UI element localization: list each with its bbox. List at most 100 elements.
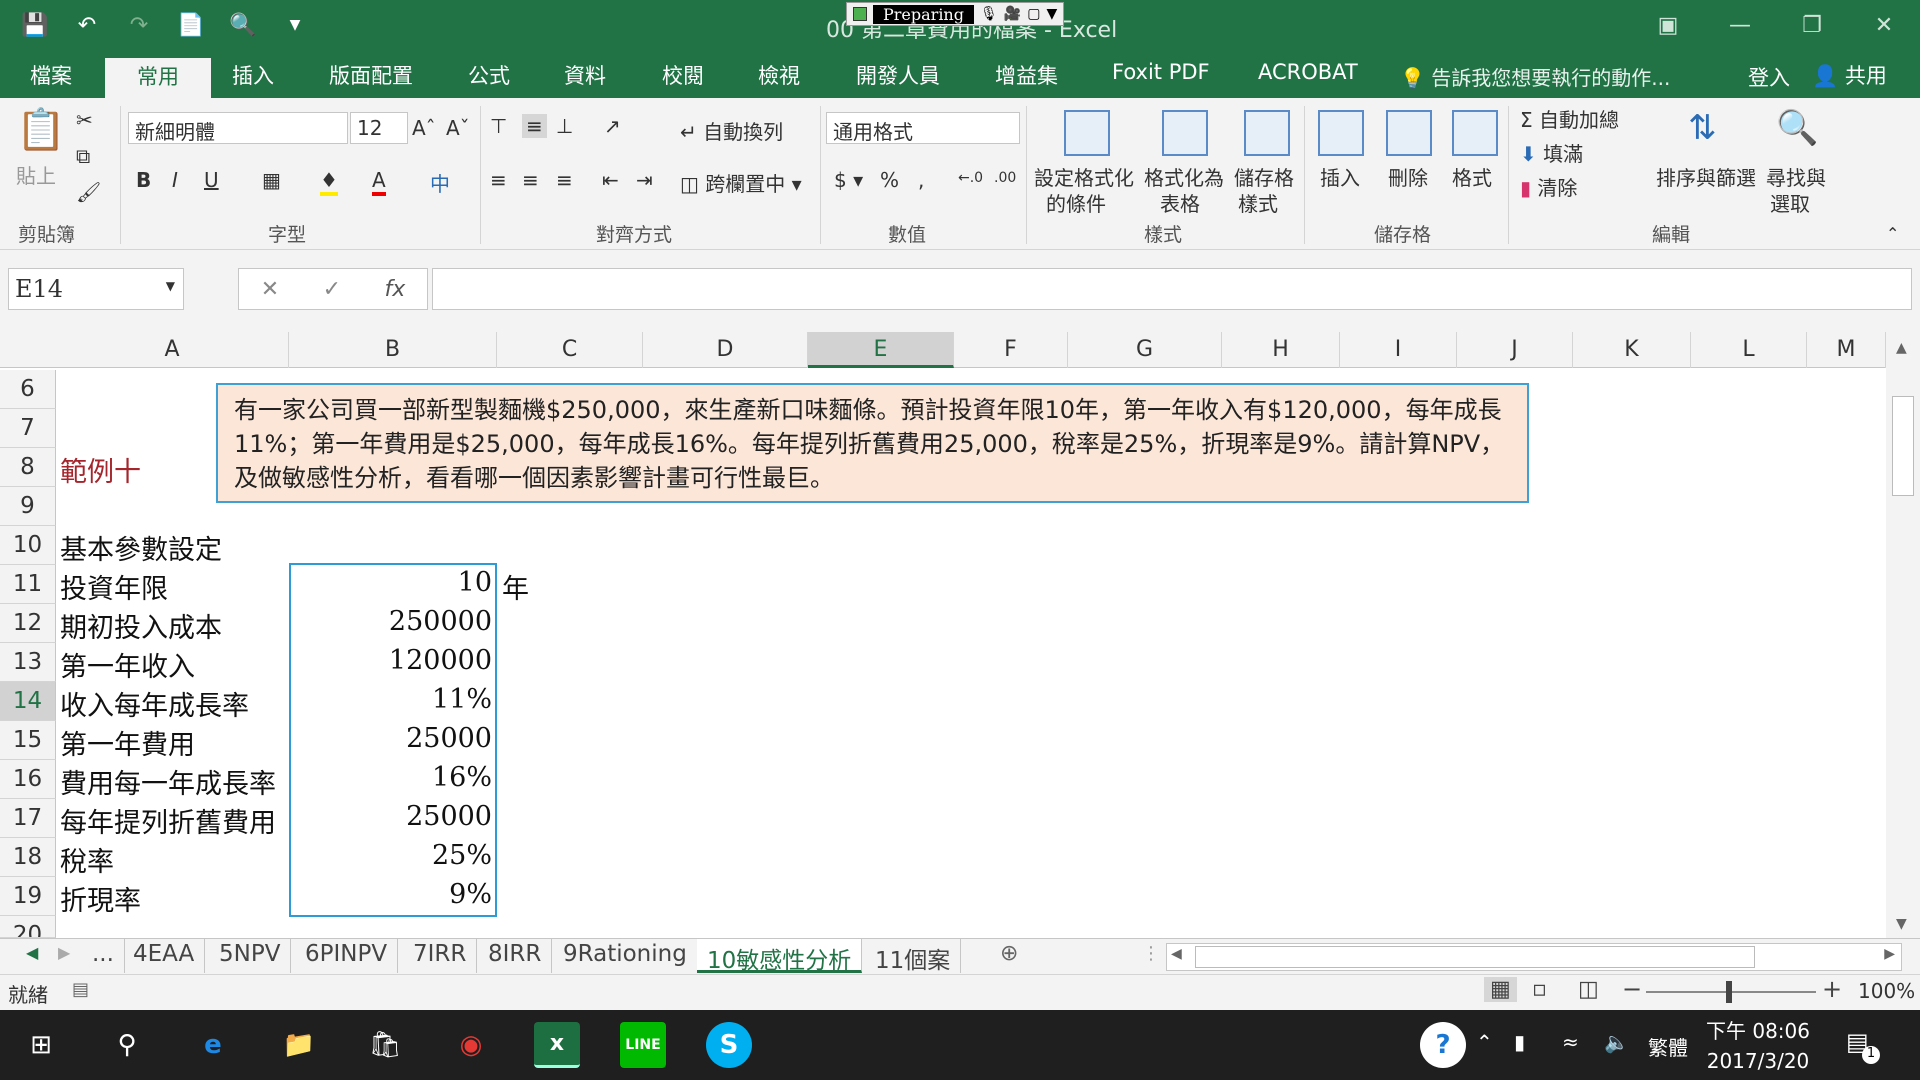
sheet-tab-more[interactable]: ...	[82, 939, 125, 973]
font-name-select[interactable]: 新細明體	[128, 112, 348, 144]
section-header-cell[interactable]: 基本參數設定	[60, 528, 222, 567]
row-header-13[interactable]: 13	[0, 643, 56, 682]
sheet-tab-active[interactable]: 10敏感性分析	[697, 939, 863, 974]
merge-center-button[interactable]: ◫ 跨欄置中 ▾	[680, 168, 802, 197]
sign-in-link[interactable]: 登入	[1748, 62, 1790, 92]
windows-start-icon[interactable]: ⊞	[18, 1022, 64, 1068]
delete-cells-icon[interactable]	[1386, 110, 1432, 156]
minimize-icon[interactable]: —	[1704, 0, 1776, 50]
volume-icon[interactable]: 🔈	[1604, 1030, 1629, 1054]
param-label-cell[interactable]: 折現率	[60, 879, 141, 918]
param-label-cell[interactable]: 收入每年成長率	[60, 684, 249, 723]
chrome-icon[interactable]: ◉	[448, 1022, 494, 1068]
camera-icon[interactable]: 🎥	[1004, 6, 1021, 22]
param-label-cell[interactable]: 第一年收入	[60, 645, 195, 684]
add-sheet-icon[interactable]: ⊕	[1000, 941, 1018, 966]
vertical-scrollbar[interactable]: ▲ ▼	[1886, 332, 1920, 940]
zoom-in-icon[interactable]: +	[1822, 975, 1842, 1003]
enter-icon[interactable]: ✓	[323, 277, 341, 302]
sheet-tab[interactable]: 9Rationing	[553, 939, 698, 973]
search-icon[interactable]: ⚲	[104, 1022, 150, 1068]
cell-styles-icon[interactable]	[1244, 110, 1290, 156]
close-icon[interactable]: ✕	[1848, 0, 1920, 50]
autosum-button[interactable]: Σ 自動加總	[1520, 104, 1619, 133]
sheet-tab[interactable]: 8IRR	[478, 939, 553, 973]
scroll-thumb[interactable]	[1892, 396, 1914, 496]
param-label-cell[interactable]: 每年提列折舊費用	[60, 801, 276, 840]
restore-icon[interactable]: ❐	[1776, 0, 1848, 50]
skype-icon[interactable]: S	[706, 1022, 752, 1068]
excel-taskbar-icon[interactable]: x	[534, 1022, 580, 1068]
formula-input[interactable]	[432, 268, 1912, 310]
insert-function-icon[interactable]: fx	[385, 277, 406, 302]
cell-styles-label-2[interactable]: 樣式	[1238, 188, 1278, 217]
cut-icon[interactable]: ✂	[76, 108, 93, 132]
comma-icon[interactable]: ,	[918, 168, 924, 192]
align-top-icon[interactable]: ⊤	[490, 114, 507, 138]
paste-label[interactable]: 貼上	[16, 160, 56, 189]
column-header-d[interactable]: D	[643, 332, 808, 368]
name-box[interactable]: E14 ▼	[8, 268, 184, 310]
format-as-table-icon[interactable]	[1162, 110, 1208, 156]
scroll-up-icon[interactable]: ▲	[1896, 340, 1907, 356]
row-header-20[interactable]: 20	[0, 916, 56, 938]
next-sheet-icon[interactable]: ▶	[58, 943, 70, 962]
tab-view[interactable]: 檢視	[758, 60, 800, 90]
sheet-tab[interactable]: 5NPV	[209, 939, 292, 973]
customize-qat-icon[interactable]: ▼	[280, 10, 310, 40]
tab-home[interactable]: 常用	[105, 58, 211, 98]
page-layout-view-icon[interactable]: ▫	[1532, 977, 1547, 1002]
clear-button[interactable]: ▮ 清除	[1520, 172, 1577, 201]
region-icon[interactable]: ▢	[1027, 6, 1040, 22]
paste-icon[interactable]: 📋	[16, 106, 66, 153]
conditional-formatting-label-2[interactable]: 的條件	[1046, 188, 1106, 217]
row-header-17[interactable]: 17	[0, 799, 56, 838]
format-as-table-label-2[interactable]: 表格	[1160, 188, 1200, 217]
underline-button[interactable]: U	[204, 168, 219, 192]
cancel-icon[interactable]: ✕	[261, 277, 279, 302]
recorder-menu-icon[interactable]: ▼	[1046, 6, 1057, 22]
column-header-g[interactable]: G	[1068, 332, 1222, 368]
find-select-icon[interactable]: 🔍	[1776, 108, 1818, 148]
zoom-out-icon[interactable]: −	[1622, 975, 1642, 1003]
tab-foxit-pdf[interactable]: Foxit PDF	[1112, 60, 1210, 84]
fill-button[interactable]: ⬇ 填滿	[1520, 138, 1583, 167]
param-label-cell[interactable]: 期初投入成本	[60, 606, 222, 645]
mic-icon[interactable]: 🎙	[980, 6, 998, 22]
tab-data[interactable]: 資料	[564, 60, 606, 90]
tab-addins[interactable]: 增益集	[995, 60, 1058, 90]
column-header-j[interactable]: J	[1457, 332, 1573, 368]
borders-icon[interactable]: ▦	[262, 168, 281, 192]
find-select-label-2[interactable]: 選取	[1770, 188, 1810, 217]
param-label-cell[interactable]: 投資年限	[60, 567, 168, 606]
select-all-corner[interactable]	[0, 332, 56, 368]
row-header-6[interactable]: 6	[0, 370, 56, 409]
delete-cells-label[interactable]: 刪除	[1388, 162, 1428, 191]
new-file-icon[interactable]: 📄	[176, 10, 206, 40]
format-cells-label[interactable]: 格式	[1452, 162, 1492, 191]
edge-browser-icon[interactable]: e	[190, 1022, 236, 1068]
insert-cells-icon[interactable]	[1318, 110, 1364, 156]
row-header-11[interactable]: 11	[0, 565, 56, 604]
decrease-font-icon[interactable]: Aˇ	[446, 116, 470, 140]
column-header-f[interactable]: F	[954, 332, 1068, 368]
wrap-text-button[interactable]: ↵ 自動換列	[680, 116, 783, 145]
align-center-icon[interactable]: ≡	[522, 168, 539, 192]
number-format-select[interactable]: 通用格式	[826, 112, 1020, 144]
align-bottom-icon[interactable]: ⊥	[556, 114, 573, 138]
tell-me-search[interactable]: 💡 告訴我您想要執行的動作...	[1400, 62, 1670, 91]
row-header-15[interactable]: 15	[0, 721, 56, 760]
align-middle-icon[interactable]: ≡	[522, 114, 547, 138]
row-header-7[interactable]: 7	[0, 409, 56, 448]
tab-review[interactable]: 校閱	[662, 60, 704, 90]
fill-color-icon[interactable]: ♦	[320, 168, 338, 196]
ime-indicator[interactable]: 繁體	[1648, 1032, 1688, 1061]
sheet-tab[interactable]: 4EAA	[123, 939, 206, 973]
undo-icon[interactable]: ↶	[72, 10, 102, 40]
name-box-dropdown-icon[interactable]: ▼	[166, 279, 175, 293]
row-header-19[interactable]: 19	[0, 877, 56, 916]
decrease-indent-icon[interactable]: ⇤	[602, 168, 619, 192]
scroll-right-icon[interactable]: ▶	[1884, 946, 1895, 962]
format-cells-icon[interactable]	[1452, 110, 1498, 156]
sheet-tab[interactable]: 7IRR	[403, 939, 478, 973]
